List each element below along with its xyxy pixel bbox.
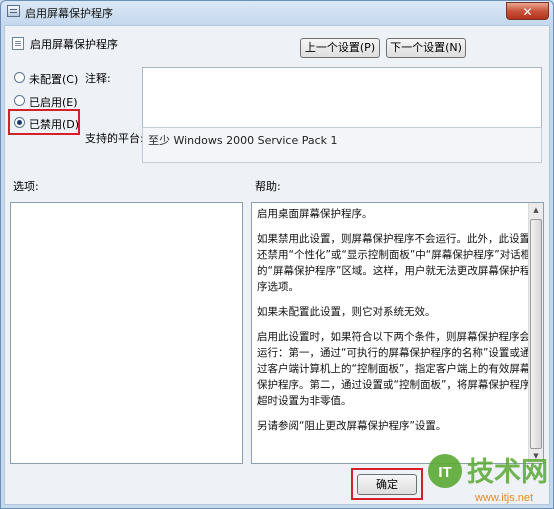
annotation-highlight-ok (351, 468, 423, 500)
options-pane (10, 202, 243, 464)
next-setting-button[interactable]: 下一个设置(N) (386, 38, 466, 58)
platform-value: 至少 Windows 2000 Service Pack 1 (148, 134, 338, 147)
watermark-logo-letters: IT (438, 464, 451, 481)
watermark-brand: 技术网 (467, 457, 548, 488)
watermark-url: www.itjs.net (474, 492, 533, 504)
radio-button[interactable] (14, 95, 25, 106)
radio-label[interactable]: 未配置(C) (29, 71, 78, 87)
close-icon[interactable]: ✕ (522, 5, 532, 19)
help-pane: 启用桌面屏幕保护程序。 如果禁用此设置，则屏幕保护程序不会运行。此外，此设置还禁… (251, 202, 544, 464)
help-label: 帮助: (255, 180, 281, 193)
previous-setting-button[interactable]: 上一个设置(P) (300, 38, 380, 58)
help-paragraph: 如果未配置此设置，则它对系统无效。 (257, 306, 436, 318)
itjs-logo-icon: IT (428, 454, 462, 488)
options-label: 选项: (13, 180, 39, 193)
close-button[interactable]: ✕ (506, 2, 549, 20)
scrollbar-thumb[interactable] (530, 219, 542, 449)
platform-label: 支持的平台: (85, 132, 144, 145)
annotation-highlight-disabled (8, 109, 80, 135)
radio-button[interactable] (14, 72, 25, 83)
policy-window-icon (7, 5, 20, 17)
help-text: 启用桌面屏幕保护程序。 如果禁用此设置，则屏幕保护程序不会运行。此外，此设置还禁… (257, 206, 540, 443)
setting-title: 启用屏幕保护程序 (30, 38, 118, 51)
comment-label: 注释: (85, 72, 111, 85)
site-watermark: IT 技术网 www.itjs.net (428, 454, 548, 504)
help-paragraph: 启用此设置时，如果符合以下两个条件，则屏幕保护程序会运行：第一，通过“可执行的屏… (257, 331, 531, 407)
help-scrollbar[interactable]: ▲ ▼ (528, 203, 543, 463)
help-paragraph: 启用桌面屏幕保护程序。 (257, 208, 373, 220)
title-bar: 启用屏幕保护程序 ✕ (1, 1, 553, 23)
policy-dialog-window: 启用屏幕保护程序 ✕ 启用屏幕保护程序 上一个设置(P) 下一个设置(N) 未配… (0, 0, 554, 509)
scroll-up-icon[interactable]: ▲ (529, 203, 543, 217)
comment-textarea[interactable] (142, 67, 542, 128)
help-paragraph: 另请参阅“阻止更改屏幕保护程序”设置。 (257, 420, 447, 432)
policy-setting-icon (12, 37, 24, 50)
window-title: 启用屏幕保护程序 (25, 7, 113, 20)
platform-field: 至少 Windows 2000 Service Pack 1 (142, 127, 542, 163)
help-paragraph: 如果禁用此设置，则屏幕保护程序不会运行。此外，此设置还禁用“个性化”或“显示控制… (257, 233, 532, 293)
radio-label[interactable]: 已启用(E) (29, 94, 78, 110)
